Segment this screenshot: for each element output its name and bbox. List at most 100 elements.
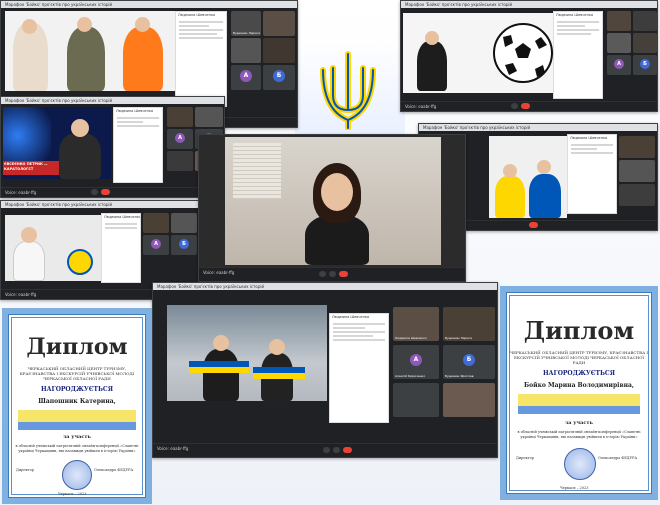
leave-call-button[interactable]	[101, 189, 110, 195]
presentation-area	[5, 11, 175, 91]
window-titlebar: Марафон 'Бойко' про'єктів про українськи…	[153, 283, 497, 290]
presentation-area	[489, 136, 567, 218]
call-controls: Voice: eaabr-ffg	[401, 101, 657, 111]
cert-name: Бойко Марина Володимирівна,	[524, 382, 634, 389]
collage: Марафон 'Бойко' про'єктів про українськи…	[0, 0, 660, 505]
presentation-area	[403, 13, 553, 93]
video-tile	[619, 160, 655, 182]
video-tile	[607, 11, 631, 31]
video-tile	[263, 11, 295, 36]
head	[22, 19, 37, 34]
photo-man-black-shirt	[417, 41, 447, 91]
avatar-tile: А	[143, 235, 169, 255]
photo-military-man	[67, 27, 105, 91]
avatar-tile: А	[167, 129, 193, 149]
cert-event: в обласній учнівській патріотичній онлай…	[15, 444, 139, 453]
leave-call-button[interactable]	[339, 271, 348, 277]
video-tile	[195, 107, 223, 127]
leave-call-button[interactable]	[521, 103, 530, 109]
cert-award: НАГОРОДЖУЄТЬСЯ	[543, 370, 615, 377]
avatar-tile: Б	[263, 65, 295, 90]
video-tile	[231, 38, 261, 63]
window-titlebar: Марафон 'Бойко' про'єктів про українськи…	[401, 1, 657, 8]
head	[321, 173, 353, 211]
mic-button[interactable]	[91, 189, 98, 195]
cert-city-year: Черкаси – 2023	[560, 486, 589, 490]
cert-event: в обласній учнівській патріотичній онлай…	[517, 430, 641, 439]
video-tile	[443, 383, 495, 417]
cert-name: Шапошник Катерина,	[38, 398, 116, 405]
avatar: Б	[463, 354, 475, 367]
avatar: А	[614, 59, 624, 69]
certificate-right: Диплом ЧЕРКАСЬКИЙ ОБЛАСНИЙ ЦЕНТР ТУРИЗМУ…	[500, 286, 658, 500]
video-tile	[167, 107, 193, 127]
video-tile: Будишин Лариса	[231, 11, 261, 36]
cert-org: ЧЕРКАСЬКИЙ ОБЛАСНИЙ ЦЕНТР ТУРИЗМУ, КРАЄЗ…	[510, 350, 648, 365]
ua-flag-backdrop	[295, 40, 405, 140]
avatar: А	[240, 70, 252, 83]
chat-panel: Людмила Шевченко	[567, 134, 617, 214]
cert-org: ЧЕРКАСЬКИЙ ОБЛАСНИЙ ЦЕНТР ТУРИЗМУ, КРАЄЗ…	[19, 366, 135, 381]
chat-panel: Людмила Шевченко	[553, 11, 603, 99]
window-titlebar: Марафон 'Бойко' про'єктів про українськи…	[1, 1, 297, 8]
meet-screenshot-7: Марафон 'Бойко' про'єктів про українськи…	[152, 282, 498, 458]
video-tile	[171, 213, 197, 233]
photo-man-presenter	[59, 133, 101, 179]
photo-footballer-blue	[529, 174, 561, 218]
avatar-tile: Б	[171, 235, 197, 255]
head	[135, 17, 150, 32]
video-tile: Будишин Лариса	[443, 307, 495, 341]
avatar-tile: А	[231, 65, 261, 90]
chat-panel: Людмила Шевченко	[113, 107, 163, 183]
head	[213, 335, 229, 351]
chat-panel: Людмила Шевченко	[329, 313, 389, 423]
meet-screenshot-2: Марафон 'Бойко' про'єктів про українськи…	[400, 0, 658, 112]
avatar: А	[151, 239, 161, 249]
leave-call-button[interactable]	[343, 447, 352, 453]
ua-flag-yellow	[253, 373, 305, 379]
avatar: А	[410, 354, 422, 367]
mic-button[interactable]	[319, 271, 326, 277]
video-tile	[619, 184, 655, 206]
video-tile	[633, 33, 657, 53]
cert-title: Диплом	[523, 316, 635, 345]
leave-call-button[interactable]	[529, 222, 538, 228]
presentation-area: ЄВСЕЄНКО ПЕТРИК — КАРАТОЛОГСТ	[3, 107, 111, 179]
cert-award: НАГОРОДЖУЄТЬСЯ	[41, 386, 113, 393]
call-controls: Voice: eaabr-ffg	[1, 187, 224, 197]
photo-footballer-white	[13, 241, 45, 281]
cert-director: Директор	[516, 456, 534, 460]
cert-highlight	[18, 422, 136, 430]
avatar: А	[175, 133, 185, 143]
head	[77, 17, 92, 32]
mic-button[interactable]	[323, 447, 330, 453]
camera-button[interactable]	[329, 271, 336, 277]
photo-athlete-left	[203, 349, 239, 401]
meet-screenshot-6: Voice: eaabr-ffg	[198, 134, 466, 282]
mic-button[interactable]	[511, 103, 518, 109]
ua-flag-yellow	[189, 367, 249, 373]
video-tile	[143, 213, 169, 233]
presentation-area	[5, 215, 101, 281]
meet-screenshot-3: Марафон 'Бойко' про'єктів про українськи…	[0, 96, 225, 198]
camera-button[interactable]	[333, 447, 340, 453]
chat-panel: Людмила Шевченко	[101, 213, 141, 283]
speaker-video	[225, 137, 441, 265]
video-tile	[619, 136, 655, 158]
avatar: Б	[179, 239, 189, 249]
video-tile	[263, 38, 295, 63]
chat-panel: Людмила Шевченко	[175, 11, 227, 107]
photo-footballer-yellow	[495, 176, 525, 218]
avatar-tile: Б	[633, 55, 657, 75]
cert-signee: Олександра ФЕДУРА	[94, 468, 134, 472]
call-controls: Voice: eaabr-ffg	[153, 443, 497, 457]
photo-footballer-orange	[123, 27, 163, 91]
cert-highlight	[18, 410, 136, 422]
caption-overlay: ЄВСЕЄНКО ПЕТРИК — КАРАТОЛОГСТ	[3, 161, 59, 175]
avatar-tile: А Алексій Кириченко	[393, 345, 439, 379]
window-titlebar: Марафон 'Бойко' про'єктів про українськи…	[1, 201, 199, 208]
avatar: Б	[273, 70, 285, 83]
window-blinds	[233, 143, 281, 199]
head	[269, 339, 285, 355]
cert-participation: за участь	[63, 434, 91, 440]
